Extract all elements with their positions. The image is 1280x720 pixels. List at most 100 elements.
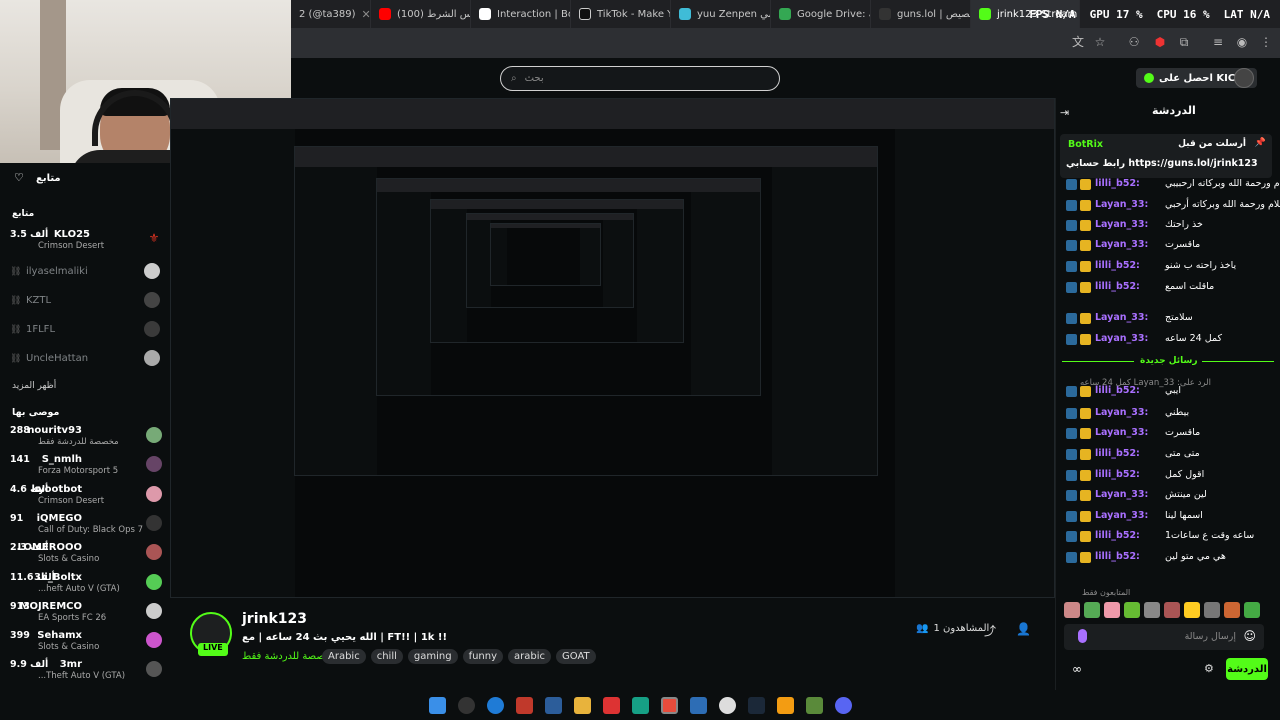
sidebar-item-offline[interactable]: ⛓ UncleHattan — [10, 350, 160, 370]
chat-message[interactable]: lilli_b52: ياخذ راحته ب شنو — [1062, 258, 1274, 278]
chat-username[interactable]: Layan_33: — [1095, 407, 1148, 418]
sidebar-item-recommended[interactable]: 9.9 ألف 3mr ...Theft Auto V (GTA) — [10, 659, 162, 685]
tag[interactable]: GOAT — [556, 649, 596, 664]
emote-icon[interactable] — [1144, 602, 1160, 618]
sidebar-item-recommended[interactable]: 4.6 ألف kyootbot Crimson Desert — [10, 484, 162, 510]
tag[interactable]: funny — [462, 649, 504, 664]
tag[interactable]: chill — [370, 649, 403, 664]
chat-username[interactable]: lilli_b52: — [1095, 551, 1140, 562]
chat-username[interactable]: lilli_b52: — [1095, 178, 1140, 189]
chat-username[interactable]: lilli_b52: — [1095, 260, 1140, 271]
search-input[interactable]: ⌕ بحث — [500, 66, 780, 91]
obs-icon[interactable] — [718, 696, 736, 714]
browser-tab[interactable]: Google Drive: صفحة✕ — [771, 0, 871, 28]
store-icon[interactable] — [544, 696, 562, 714]
browser-tab[interactable]: 2 (@ta389) ✕ — [291, 0, 371, 28]
chat-username[interactable]: Layan_33: — [1095, 312, 1148, 323]
discord-icon[interactable] — [834, 696, 852, 714]
chat-message[interactable]: Layan_33: خذ راحتك — [1062, 217, 1274, 237]
chat-username[interactable]: lilli_b52: — [1095, 530, 1140, 541]
follow-user-icon[interactable]: 👤 — [1016, 622, 1031, 636]
edge-icon[interactable] — [486, 696, 504, 714]
emote-icon[interactable] — [1164, 602, 1180, 618]
sidebar-item-recommended[interactable]: 11.6 ألف 3li_Boltx ...heft Auto V (GTA) — [10, 572, 162, 598]
browser-tab[interactable]: yuu Zenpen انمي✕ — [671, 0, 771, 28]
app-icon[interactable] — [631, 696, 649, 714]
chat-message[interactable]: Layan_33: اسمها لينا — [1062, 508, 1274, 528]
emote-icon[interactable] — [1104, 602, 1120, 618]
heart-icon[interactable]: ♡ — [14, 171, 24, 184]
chat-username[interactable]: Layan_33: — [1095, 219, 1148, 230]
emote-icon[interactable] — [1184, 602, 1200, 618]
steam-icon[interactable] — [747, 696, 765, 714]
emote-icon[interactable] — [1204, 602, 1220, 618]
translate-icon[interactable]: 文 — [1070, 34, 1086, 50]
app-icon[interactable] — [689, 696, 707, 714]
browser-tab[interactable]: guns.lol | تخصيص✕ — [871, 0, 971, 28]
chat-username[interactable]: Layan_33: — [1095, 489, 1148, 500]
chrome-icon[interactable] — [660, 696, 678, 714]
file-explorer-icon[interactable] — [573, 696, 591, 714]
adblock-icon[interactable]: ⬢ — [1152, 34, 1168, 50]
collapse-chat-icon[interactable]: ⇥ — [1060, 106, 1069, 119]
browser-tab[interactable]: TikTok - Make Yo✕ — [571, 0, 671, 28]
pinned-message[interactable]: 📌 أرسلت من قبل BotRix رابط حسابي https:/… — [1060, 134, 1272, 178]
emote-icon[interactable] — [1224, 602, 1240, 618]
chat-username[interactable]: lilli_b52: — [1095, 469, 1140, 480]
browser-tab[interactable]: Interaction | BotR✕ — [471, 0, 571, 28]
puzzle-icon[interactable]: ⧉ — [1176, 34, 1192, 50]
share-icon[interactable]: ⤴ — [984, 622, 996, 639]
chat-message[interactable]: Layan_33: كمل 24 ساعه — [1062, 331, 1274, 351]
search-icon[interactable] — [457, 696, 475, 714]
infinity-icon[interactable]: ∞ — [1072, 662, 1082, 676]
emote-icon[interactable] — [1064, 602, 1080, 618]
sidebar-item-recommended[interactable]: 91 iQMEGO Call of Duty: Black Ops 7 — [10, 513, 162, 539]
chat-username[interactable]: Layan_33: — [1095, 239, 1148, 250]
chat-message[interactable]: Layan_33: لين مينتش — [1062, 487, 1274, 507]
sidebar-item-klo25[interactable]: 3.5 ألف KLO25 Crimson Desert ⚜ — [10, 229, 162, 255]
browser-tab[interactable]: (100) ملابس الشرط✕ — [371, 0, 471, 28]
chat-username[interactable]: lilli_b52: — [1095, 281, 1140, 292]
chat-username[interactable]: Layan_33: — [1095, 199, 1148, 210]
emote-icon[interactable] — [1244, 602, 1260, 618]
sidebar-item-recommended[interactable]: 913 MOJREMCO EA Sports FC 26 — [10, 601, 162, 627]
mic-icon[interactable] — [1078, 629, 1087, 643]
sidebar-item-offline[interactable]: ⛓ ilyaselmaliki — [10, 263, 160, 283]
tag[interactable]: gaming — [407, 649, 458, 664]
sidebar-item-recommended[interactable]: 141 S_nmlh Forza Motorsport 5 — [10, 454, 162, 480]
chat-message[interactable]: lilli_b52: متى متى — [1062, 446, 1274, 466]
emote-icon[interactable] — [1084, 602, 1100, 618]
sidebar-item-offline[interactable]: ⛓ KZTL — [10, 292, 160, 312]
minecraft-icon[interactable] — [805, 696, 823, 714]
chat-message[interactable]: lilli_b52: اقول كمل — [1062, 467, 1274, 487]
bookmark-star-icon[interactable]: ☆ — [1092, 34, 1108, 50]
chat-message[interactable]: Layan_33: سلامتج — [1062, 310, 1274, 330]
tag[interactable]: arabic — [508, 649, 552, 664]
chat-message[interactable]: lilli_b52: هي مي متو لين — [1062, 549, 1274, 569]
chat-username[interactable]: lilli_b52: — [1095, 448, 1140, 459]
app-icon[interactable] — [776, 696, 794, 714]
menu-icon[interactable]: ⋮ — [1258, 34, 1274, 50]
chat-username[interactable]: Layan_33: — [1095, 333, 1148, 344]
sidebar-item-recommended[interactable]: 2.3 ألف LOMEROOO Slots & Casino — [10, 542, 162, 568]
windows-start-icon[interactable] — [428, 696, 446, 714]
gear-icon[interactable]: ⚙ — [1204, 662, 1214, 675]
chat-message[interactable]: Layan_33: وعليكم السلام ورحمة الله وبركا… — [1062, 197, 1280, 217]
show-more-link[interactable]: أظهر المزيد — [12, 381, 56, 391]
pin-icon[interactable]: 📌 — [1255, 138, 1266, 148]
video-player[interactable] — [170, 98, 1055, 598]
extension-icon[interactable]: ⚇ — [1126, 34, 1142, 50]
sidebar-item-offline[interactable]: ⛓ 1FLFL — [10, 321, 160, 341]
profile-icon[interactable]: ◉ — [1234, 34, 1250, 50]
chat-input[interactable]: إرسال رسالة ☺ — [1064, 624, 1264, 650]
app-icon[interactable] — [515, 696, 533, 714]
chat-message[interactable]: Layan_33: ماقسرت — [1062, 237, 1274, 257]
chat-message[interactable]: Layan_33: ماقسرت — [1062, 425, 1274, 445]
sidebar-item-recommended[interactable]: 399 Sehamx Slots & Casino — [10, 630, 162, 656]
chat-message[interactable]: lilli_b52: وعليكم السلام ورحمة الله وبرك… — [1062, 176, 1280, 196]
adobe-icon[interactable] — [602, 696, 620, 714]
send-chat-button[interactable]: الدردشة — [1226, 658, 1268, 680]
chat-message[interactable]: lilli_b52: 1ساعه وقت ع ساعات — [1062, 528, 1274, 548]
sidebar-item-recommended[interactable]: 288 nouritv93 مخصصة للدردشة فقط — [10, 425, 162, 451]
chat-message[interactable]: Layan_33: بيطني — [1062, 405, 1274, 425]
